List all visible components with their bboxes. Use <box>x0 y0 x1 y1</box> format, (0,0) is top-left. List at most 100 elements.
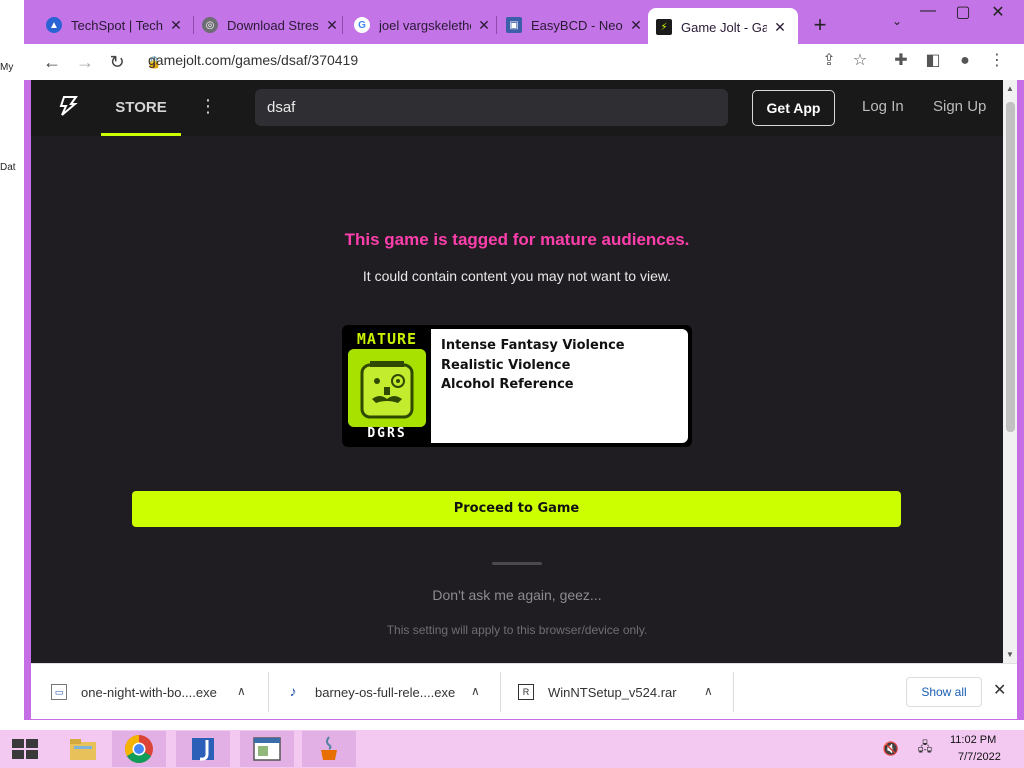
scroll-up-icon[interactable]: ▲ <box>1006 84 1014 93</box>
close-icon[interactable]: ✕ <box>169 17 183 34</box>
tab-easybcd[interactable]: ▣ EasyBCD - NeoSm ✕ <box>498 8 651 42</box>
login-link[interactable]: Log In <box>862 98 904 115</box>
search-input[interactable]: dsaf <box>255 89 728 126</box>
setting-note: This setting will apply to this browser/… <box>386 623 648 637</box>
chevron-up-icon[interactable]: ∧ <box>471 684 480 698</box>
tab-title: Download Stress <box>227 17 319 33</box>
taskbar-file-explorer[interactable] <box>56 731 110 767</box>
new-tab-icon[interactable]: + <box>805 12 835 38</box>
address-bar[interactable]: gamejolt.com/games/dsaf/370419 <box>148 52 358 68</box>
maximize-icon[interactable]: ▢ <box>948 2 978 22</box>
close-icon[interactable]: ✕ <box>629 17 643 34</box>
gamejolt-logo-icon[interactable] <box>58 96 78 116</box>
window-close-icon[interactable]: ✕ <box>983 2 1013 22</box>
tab-separator <box>496 16 497 34</box>
download-bar: ▭ one-night-with-bo....exe ∧ ♪ barney-os… <box>31 663 1017 719</box>
windows-start-icon[interactable] <box>12 739 38 759</box>
rating-descriptor: Intense Fantasy Violence <box>441 338 625 353</box>
download-separator <box>268 672 269 712</box>
content-rating-card: MATURE DGRS Intense Fantasy Violence Rea… <box>342 325 692 447</box>
window-app-icon <box>253 737 281 761</box>
menu-kebab-icon[interactable]: ⋮ <box>986 50 1008 72</box>
close-icon[interactable]: ✕ <box>477 17 491 34</box>
nav-store-tab[interactable]: STORE <box>101 80 181 136</box>
get-app-button[interactable]: Get App <box>752 90 835 126</box>
rating-badge-label: MATURE <box>356 330 418 348</box>
tray-network-icon[interactable]: 🖧 <box>908 731 942 767</box>
download-separator <box>500 672 501 712</box>
taskbar-installer[interactable] <box>176 731 230 767</box>
taskbar-chrome[interactable] <box>112 731 166 767</box>
dont-ask-again-link[interactable]: Don't ask me again, geez... <box>31 587 1003 603</box>
download-filename: barney-os-full-rele....exe <box>315 684 456 700</box>
side-panel-icon[interactable]: ◧ <box>922 50 944 72</box>
clock-time[interactable]: 11:02 PM <box>950 734 996 746</box>
share-icon[interactable]: ⇪ <box>818 50 840 72</box>
forward-icon[interactable]: → <box>73 50 97 74</box>
techspot-icon: ▲ <box>46 17 62 33</box>
close-icon[interactable]: ✕ <box>773 19 787 36</box>
tab-title: TechSpot | Tech <box>71 17 163 33</box>
minimize-icon[interactable]: — <box>913 2 943 20</box>
tab-google-search[interactable]: G joel vargskeletho ✕ <box>346 8 499 42</box>
proceed-to-game-button[interactable]: Proceed to Game <box>132 491 901 527</box>
mature-warning-title: This game is tagged for mature audiences… <box>344 230 690 249</box>
page-scrollbar[interactable]: ▲ ▼ <box>1003 80 1017 663</box>
bookmark-star-icon[interactable]: ☆ <box>849 50 871 72</box>
download-filename: one-night-with-bo....exe <box>81 684 217 700</box>
installer-file-icon: ♪ <box>289 683 297 699</box>
taskbar-java[interactable] <box>302 731 356 767</box>
rating-badge: MATURE DGRS <box>346 329 428 443</box>
tab-title: joel vargskeletho <box>379 17 471 33</box>
scroll-thumb[interactable] <box>1006 102 1015 432</box>
tray-volume-muted-icon[interactable]: 🔇 <box>874 731 908 767</box>
signup-link[interactable]: Sign Up <box>933 98 986 115</box>
gamejolt-page: STORE ⋮ dsaf Get App Log In Sign Up This… <box>31 80 1003 663</box>
tab-separator <box>342 16 343 34</box>
extensions-icon[interactable]: ✚ <box>890 50 912 72</box>
rating-descriptor: Realistic Violence <box>441 357 571 373</box>
chevron-up-icon[interactable]: ∧ <box>237 684 246 698</box>
tab-gamejolt[interactable]: ⚡ Game Jolt - Game ✕ <box>648 8 798 46</box>
folder-icon <box>70 739 96 760</box>
rar-file-icon: R <box>518 684 534 700</box>
installer-icon <box>192 738 214 761</box>
taskbar-window-app[interactable] <box>240 731 294 767</box>
tab-title: Game Jolt - Game <box>681 19 767 35</box>
download-item[interactable]: ♪ barney-os-full-rele....exe <box>285 664 456 720</box>
exe-file-icon: ▭ <box>51 684 67 700</box>
tab-search-chevron-icon[interactable]: ⌄ <box>882 14 912 28</box>
rating-descriptor: Alcohol Reference <box>441 377 574 392</box>
rating-org-label: DGRS <box>367 426 407 441</box>
close-download-bar-icon[interactable]: ✕ <box>993 680 1006 700</box>
download-item[interactable]: R WinNTSetup_v524.rar <box>518 664 677 720</box>
divider <box>492 562 542 565</box>
download-separator <box>733 672 734 712</box>
close-icon[interactable]: ✕ <box>325 17 339 34</box>
desktop-icon-label[interactable]: Dat <box>0 162 26 173</box>
tab-download-stress[interactable]: ◎ Download Stress ✕ <box>194 8 347 42</box>
scroll-down-icon[interactable]: ▼ <box>1006 650 1014 659</box>
chevron-up-icon[interactable]: ∧ <box>704 684 713 698</box>
globe-icon: ◎ <box>202 17 218 33</box>
download-filename: WinNTSetup_v524.rar <box>548 684 677 700</box>
java-icon <box>321 736 337 760</box>
back-icon[interactable]: ← <box>40 50 64 74</box>
desktop-icon-label[interactable]: My <box>0 62 26 73</box>
chrome-icon <box>125 735 153 763</box>
google-icon: G <box>354 17 370 33</box>
show-all-downloads-button[interactable]: Show all <box>906 677 982 707</box>
download-item[interactable]: ▭ one-night-with-bo....exe <box>51 664 217 720</box>
mature-face-icon <box>348 349 426 427</box>
tab-techspot[interactable]: ▲ TechSpot | Tech ✕ <box>38 8 191 42</box>
easybcd-icon: ▣ <box>506 17 522 33</box>
rating-descriptors: Intense Fantasy Violence Realistic Viole… <box>431 329 688 443</box>
taskbar: 🔇 🖧 <box>0 730 1024 768</box>
profile-icon[interactable]: ● <box>954 50 976 72</box>
tab-strip: ▲ TechSpot | Tech ✕ ◎ Download Stress ✕ … <box>24 0 1024 46</box>
site-header: STORE ⋮ dsaf Get App Log In Sign Up <box>31 80 1003 136</box>
gamejolt-icon: ⚡ <box>656 19 672 35</box>
more-options-icon[interactable]: ⋮ <box>199 96 217 118</box>
clock-date[interactable]: 7/7/2022 <box>958 751 1001 763</box>
reload-icon[interactable]: ↻ <box>105 50 129 74</box>
